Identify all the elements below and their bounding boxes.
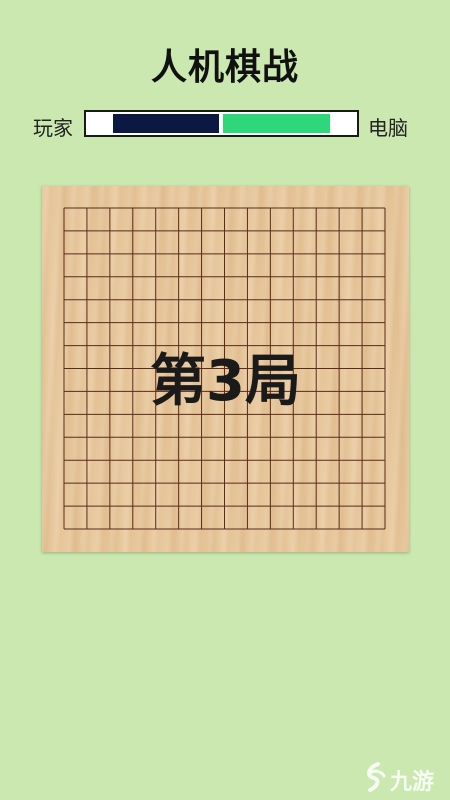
score-bar	[84, 110, 359, 137]
ai-score-fill	[223, 114, 330, 133]
player-score-fill	[113, 114, 219, 133]
player-label: 玩家	[33, 116, 73, 140]
watermark-text: 九游	[390, 770, 435, 795]
jiuyou-logo-icon	[367, 762, 386, 792]
round-indicator: 第3局	[150, 349, 301, 414]
ai-label: 电脑	[368, 116, 408, 140]
page-title: 人机棋战	[150, 47, 299, 88]
watermark: 九游	[362, 760, 442, 796]
score-bar-row: 玩家 电脑	[0, 108, 450, 142]
